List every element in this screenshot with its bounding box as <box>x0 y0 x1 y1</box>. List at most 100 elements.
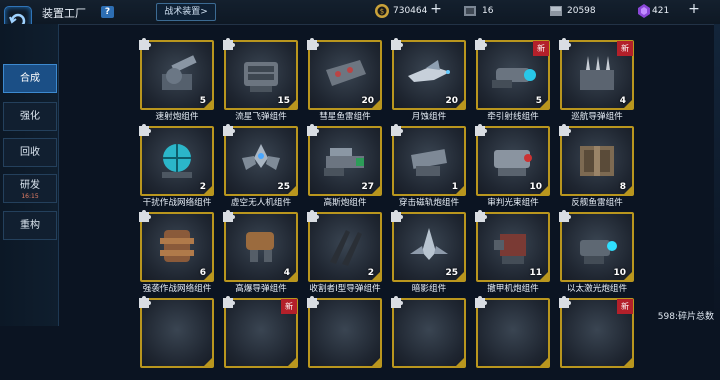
component-art-icon <box>408 60 450 82</box>
fragment-count: 2 <box>367 268 374 278</box>
fragment-count: 1 <box>451 182 458 192</box>
component-card[interactable]: 11 撤甲机炮组件 <box>475 210 552 294</box>
fragment-count: 8 <box>619 182 626 192</box>
sidebar-item-label: 回收 <box>20 147 40 158</box>
component-card[interactable]: 新 5 牵引射线组件 <box>475 38 552 122</box>
component-card[interactable]: 2 收割者I型导弹组件 <box>307 210 384 294</box>
puzzle-piece-icon <box>391 210 403 222</box>
coin-value: 730464 <box>393 6 428 16</box>
chip-value: 16 <box>482 6 494 16</box>
fragment-count: 5 <box>199 96 206 106</box>
add-crystal-button[interactable]: + <box>684 2 704 18</box>
puzzle-piece-icon <box>307 296 319 308</box>
fragment-count: 4 <box>283 268 290 278</box>
component-card-partial[interactable] <box>139 296 216 380</box>
puzzle-piece-icon <box>307 38 319 50</box>
puzzle-piece-icon <box>223 124 235 136</box>
component-grid: 5 速射炮组件 15 流星飞弹组件 20 彗星鱼雷组件 20 月蚀组件新 5 牵引射线组件新 4 巡航… <box>139 38 640 368</box>
component-art-icon <box>160 230 194 262</box>
component-card-partial[interactable] <box>391 296 468 380</box>
component-art-icon <box>492 68 536 88</box>
fragment-count: 10 <box>613 268 626 278</box>
page-title: 装置工厂 <box>42 7 86 20</box>
component-card[interactable]: 4 高爆导弹组件 <box>223 210 300 294</box>
fragment-count: 15 <box>277 96 290 106</box>
component-card[interactable]: 27 高斯炮组件 <box>307 124 384 208</box>
puzzle-piece-icon <box>559 124 571 136</box>
component-card-partial[interactable] <box>307 296 384 380</box>
crystal-value: 421 <box>652 6 670 16</box>
component-card[interactable]: 2 干扰作战网络组件 <box>139 124 216 208</box>
component-card[interactable]: 25 虚空无人机组件 <box>223 124 300 208</box>
sidebar-item-label: 强化 <box>20 111 40 122</box>
component-card[interactable]: 新 4 巡航导弹组件 <box>559 38 636 122</box>
component-art-icon <box>242 144 280 170</box>
component-card[interactable]: 15 流星飞弹组件 <box>223 38 300 122</box>
fragment-count: 6 <box>199 268 206 278</box>
component-art-icon <box>324 148 364 176</box>
puzzle-piece-icon <box>475 124 487 136</box>
component-art-icon <box>494 234 526 264</box>
component-card[interactable]: 8 反舰鱼雷组件 <box>559 124 636 208</box>
tactical-device-button[interactable]: 战术装置> <box>156 3 216 21</box>
puzzle-piece-icon <box>475 210 487 222</box>
component-card[interactable]: 1 穿击磁轨炮组件 <box>391 124 468 208</box>
component-art-icon <box>410 228 448 260</box>
component-card[interactable]: 5 速射炮组件 <box>139 38 216 122</box>
component-art-icon <box>494 150 532 176</box>
component-card[interactable]: 6 强袭作战网络组件 <box>139 210 216 294</box>
sidebar-item-label: 研发 <box>20 180 40 191</box>
crystal-resource: 421 <box>636 3 676 20</box>
component-art-icon <box>580 146 614 176</box>
new-badge: 新 <box>533 41 549 56</box>
component-card-partial[interactable]: 新 <box>559 296 636 380</box>
puzzle-piece-icon <box>223 296 235 308</box>
fragment-count: 11 <box>529 268 542 278</box>
top-bar: 装置工厂 ? 战术装置> $ 730464 + 16 20598 421 + <box>0 0 720 36</box>
puzzle-piece-icon <box>307 210 319 222</box>
puzzle-piece-icon <box>475 296 487 308</box>
puzzle-piece-icon <box>559 210 571 222</box>
new-badge: 新 <box>617 299 633 314</box>
new-badge: 新 <box>281 299 297 314</box>
puzzle-piece-icon <box>139 124 151 136</box>
fragment-count: 4 <box>619 96 626 106</box>
puzzle-piece-icon <box>391 296 403 308</box>
sidebar-item-synthesis[interactable]: 合成 <box>3 64 57 93</box>
fragment-count: 25 <box>277 182 290 192</box>
component-art-icon <box>330 230 362 266</box>
puzzle-piece-icon <box>139 38 151 50</box>
sidebar-item-enhance[interactable]: 强化 <box>3 102 57 131</box>
fragment-total: 598:碎片总数 <box>657 312 714 322</box>
help-button[interactable]: ? <box>101 6 114 18</box>
coin-resource: $ 730464 <box>374 3 434 20</box>
puzzle-piece-icon <box>475 38 487 50</box>
fragment-count: 10 <box>529 182 542 192</box>
fragment-count: 5 <box>535 96 542 106</box>
component-card-partial[interactable]: 新 <box>223 296 300 380</box>
alloy-icon <box>550 6 562 16</box>
fragment-count: 20 <box>361 96 374 106</box>
component-card[interactable]: 10 审判光束组件 <box>475 124 552 208</box>
fragment-count: 20 <box>445 96 458 106</box>
sidebar-item-label: 合成 <box>20 73 40 84</box>
puzzle-piece-icon <box>139 296 151 308</box>
component-art-icon <box>326 60 366 86</box>
component-card-partial[interactable] <box>475 296 552 380</box>
sidebar-item-rebuild[interactable]: 重构 <box>3 211 57 240</box>
chip-icon <box>464 6 476 16</box>
add-coin-button[interactable]: + <box>426 2 446 18</box>
component-art-icon <box>411 149 447 176</box>
alloy-value: 20598 <box>567 6 596 16</box>
fragment-count: 27 <box>361 182 374 192</box>
sidebar-item-recycle[interactable]: 回收 <box>3 138 57 167</box>
new-badge: 新 <box>617 41 633 56</box>
sidebar-item-label: 重构 <box>20 220 40 231</box>
puzzle-piece-icon <box>307 124 319 136</box>
component-card[interactable]: 25 暗影组件 <box>391 210 468 294</box>
component-card[interactable]: 10 以太激光炮组件 <box>559 210 636 294</box>
component-card[interactable]: 20 月蚀组件 <box>391 38 468 122</box>
sidebar-item-research[interactable]: 研发 16:15 <box>3 174 57 203</box>
sidebar: 合成 强化 回收 研发 16:15 重构 <box>0 24 59 326</box>
component-card[interactable]: 20 彗星鱼雷组件 <box>307 38 384 122</box>
